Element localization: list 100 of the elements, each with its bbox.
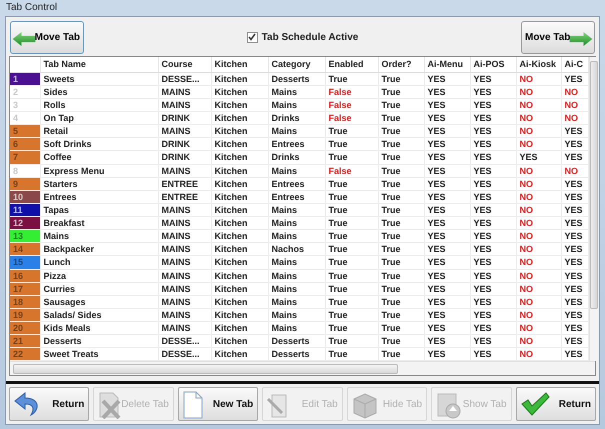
table-cell: MAINS: [158, 282, 211, 296]
table-cell: Kitchen: [211, 216, 268, 230]
column-header[interactable]: Order?: [378, 56, 424, 72]
box-up-arrow-icon: [435, 391, 464, 420]
row-number: 5: [10, 124, 40, 138]
toolbar-button[interactable]: Return: [9, 387, 90, 421]
table-cell: YES: [470, 72, 516, 86]
table-cell: ENTREE: [158, 177, 211, 190]
table-cell: Mains: [268, 269, 325, 282]
table-cell: YES: [470, 334, 516, 348]
box-icon: [350, 391, 379, 420]
table-cell: Kitchen: [211, 282, 268, 296]
table-cell: True: [378, 295, 424, 308]
table-cell: DRINK: [158, 112, 211, 125]
table-cell: NO: [516, 230, 561, 243]
table-cell: False: [325, 164, 378, 178]
table-cell: MAINS: [158, 216, 211, 230]
row-number: 22: [10, 348, 40, 361]
table-cell: True: [378, 242, 424, 256]
row-number: 15: [10, 256, 40, 269]
table-cell: Curries: [40, 282, 158, 296]
table-cell: True: [378, 190, 424, 204]
table-cell: YES: [470, 203, 516, 216]
table-cell: Pizza: [40, 269, 158, 282]
table-cell: On Tap: [40, 112, 158, 125]
table-cell: DESSE...: [158, 72, 211, 86]
table-cell: YES: [424, 98, 470, 112]
column-header[interactable]: Category: [268, 56, 325, 72]
table-cell: True: [378, 256, 424, 269]
table-cell: YES: [470, 282, 516, 296]
table-cell: True: [325, 334, 378, 348]
column-header[interactable]: Ai-Menu: [424, 56, 470, 72]
table-cell: NO: [516, 242, 561, 256]
table-cell: True: [378, 112, 424, 125]
check-mark-icon: [520, 391, 550, 418]
column-header[interactable]: Course: [158, 56, 211, 72]
table-cell: True: [325, 308, 378, 322]
table-cell: Mains: [268, 322, 325, 335]
table-cell: True: [325, 216, 378, 230]
table-cell: Mains: [268, 230, 325, 243]
toolbar-button[interactable]: Return: [516, 387, 596, 421]
table-cell: Kitchen: [211, 164, 268, 178]
table-cell: NO: [516, 269, 561, 282]
table-cell: YES: [470, 216, 516, 230]
table-cell: MAINS: [158, 295, 211, 308]
table-cell: True: [325, 72, 378, 86]
table-cell: True: [378, 72, 424, 86]
table-cell: NO: [561, 112, 588, 125]
horizontal-scrollbar[interactable]: [10, 361, 595, 376]
column-header[interactable]: Tab Name: [40, 56, 158, 72]
table-cell: False: [325, 85, 378, 98]
move-tab-button[interactable]: Move Tab: [520, 20, 595, 54]
table-cell: YES: [424, 72, 470, 86]
table-cell: YES: [424, 85, 470, 98]
table-cell: Soft Drinks: [40, 138, 158, 151]
table-cell: YES: [424, 282, 470, 296]
table-cell: Entrees: [268, 190, 325, 204]
table-cell: YES: [470, 190, 516, 204]
table-cell: NO: [516, 295, 561, 308]
table-cell: MAINS: [158, 308, 211, 322]
table-cell: YES: [561, 295, 588, 308]
table-cell: True: [378, 124, 424, 138]
table-cell: YES: [561, 242, 588, 256]
table-cell: YES: [470, 98, 516, 112]
table-cell: YES: [561, 230, 588, 243]
table-cell: Kitchen: [211, 322, 268, 335]
table-cell: NO: [516, 164, 561, 178]
column-header[interactable]: Ai-Kiosk: [516, 56, 561, 72]
table-cell: True: [378, 138, 424, 151]
table-cell: YES: [561, 334, 588, 348]
table-cell: Sides: [40, 85, 158, 98]
column-header[interactable]: Enabled: [325, 56, 378, 72]
column-header[interactable]: Ai-POS: [470, 56, 516, 72]
table-cell: YES: [561, 216, 588, 230]
table-cell: True: [378, 282, 424, 296]
table-cell: YES: [561, 269, 588, 282]
move-tab-button[interactable]: Move Tab: [10, 20, 84, 54]
table-cell: YES: [424, 124, 470, 138]
table-cell: Kitchen: [211, 72, 268, 86]
table-cell: True: [325, 269, 378, 282]
table-cell: True: [378, 216, 424, 230]
column-header[interactable]: Kitchen: [211, 56, 268, 72]
table-cell: MAINS: [158, 256, 211, 269]
table-cell: YES: [424, 164, 470, 178]
row-number: 18: [10, 295, 40, 308]
table-cell: Kitchen: [211, 242, 268, 256]
table-cell: Kitchen: [211, 230, 268, 243]
table-cell: MAINS: [158, 230, 211, 243]
row-number: 1: [10, 72, 40, 86]
table-cell: Kitchen: [211, 203, 268, 216]
table-cell: True: [378, 322, 424, 335]
table-cell: YES: [470, 177, 516, 190]
table-cell: Mains: [268, 308, 325, 322]
table-cell: YES: [561, 124, 588, 138]
checkbox[interactable]: [246, 32, 258, 43]
table-cell: YES: [470, 112, 516, 125]
toolbar-button[interactable]: New Tab: [178, 387, 258, 421]
table-cell: Kitchen: [211, 334, 268, 348]
column-header[interactable]: Ai-C: [561, 56, 588, 72]
table-cell: Mains: [268, 256, 325, 269]
